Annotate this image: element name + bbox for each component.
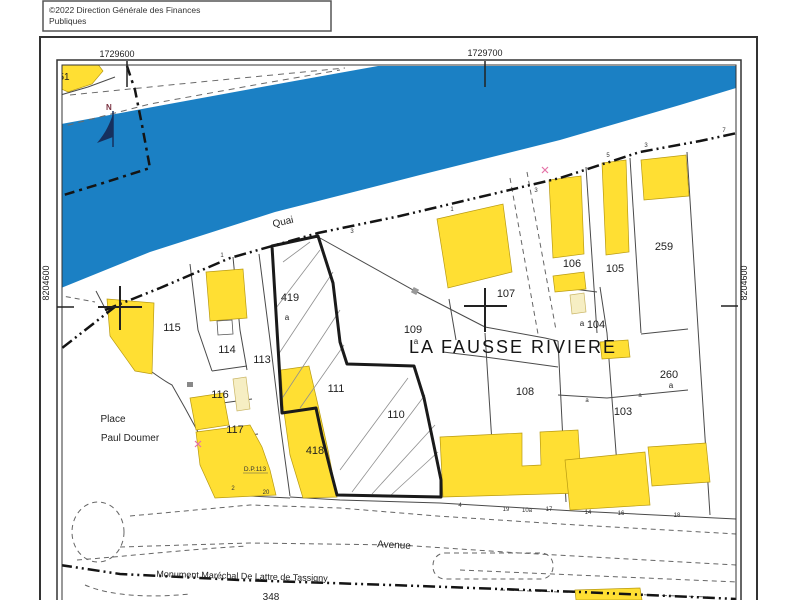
parcel-label: 110	[387, 409, 405, 421]
parcel-label: 108	[516, 386, 534, 398]
parcel-label: 419	[281, 292, 299, 304]
building-light	[569, 292, 587, 315]
street-label-avenue: Avenue	[377, 539, 412, 552]
place-label-line2: Paul Doumer	[101, 433, 160, 444]
lot-number: 20	[263, 490, 270, 496]
place-label-line1: Place	[100, 414, 125, 425]
copyright-line1: ©2022 Direction Générale des Finances	[49, 5, 200, 15]
building	[564, 451, 651, 511]
parcel-label: 348	[263, 592, 280, 600]
parcel-label: 117	[226, 424, 244, 436]
parcel-label: 115	[163, 322, 181, 334]
parcel-label: 103	[614, 406, 632, 418]
lot-number: 16	[618, 511, 625, 517]
dp-label: D.P.113	[244, 466, 267, 473]
parcel-label: 259	[655, 241, 673, 253]
building	[640, 154, 690, 201]
north-label: N	[106, 103, 112, 112]
parcel-label: 106	[563, 258, 581, 270]
coordinate-label-top-right: 1729700	[467, 48, 502, 58]
parcel-label: 104	[587, 319, 605, 331]
parcel-sub-label: a	[414, 337, 419, 346]
parcel-label: 109	[404, 324, 422, 336]
parcel-label: 107	[497, 288, 515, 300]
lot-number: 10a	[522, 508, 533, 514]
building	[439, 429, 583, 498]
parcel-label: 418	[306, 445, 324, 457]
parcel-sub-label: a	[580, 319, 585, 328]
coordinate-label-left: 8204600	[41, 265, 51, 300]
coordinate-label-top-left: 1729600	[99, 49, 134, 59]
parcel-sub-label: a	[285, 313, 290, 322]
building	[205, 268, 248, 322]
lot-number: 19	[503, 507, 510, 513]
lot-number: 18	[674, 513, 681, 519]
lot-number: 17	[546, 507, 553, 513]
lot-number: 14	[585, 510, 592, 516]
copyright-box: ©2022 Direction Générale des Finances Pu…	[42, 0, 332, 32]
parcel-sub-label: a	[669, 381, 674, 390]
cadastral-map: ©2022 Direction Générale des Finances Pu…	[39, 0, 758, 600]
parcel-label: 105	[606, 263, 624, 275]
parcel-label: 111	[328, 383, 345, 395]
copyright-line2: Publiques	[49, 16, 86, 26]
lieu-dit-label: LA FAUSSE RIVIERE	[409, 337, 617, 357]
cadastral-map-page: ©2022 Direction Générale des Finances Pu…	[0, 0, 800, 600]
parcel-label: 260	[660, 369, 678, 381]
building	[601, 159, 630, 256]
parcel-label: 113	[253, 354, 271, 366]
building	[647, 442, 711, 487]
coordinate-label-right: 8204600	[739, 265, 749, 300]
parcel-label: 116	[211, 389, 229, 401]
building-outline	[216, 319, 234, 336]
building	[548, 175, 585, 259]
parcel-label: 114	[218, 344, 236, 356]
